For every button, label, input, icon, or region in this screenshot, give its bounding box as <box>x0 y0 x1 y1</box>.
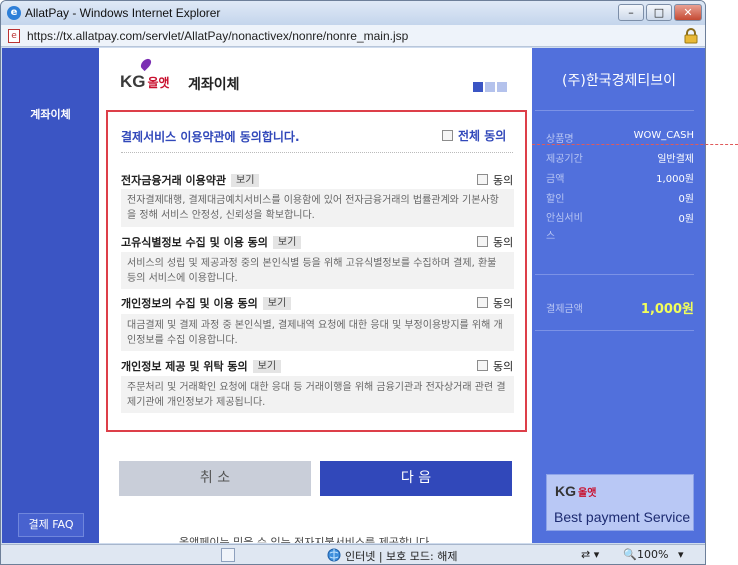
info-row-discount: 할인 0원 <box>546 190 694 205</box>
term-body-1: 전자결제대행, 결제대금예치서비스를 이용함에 있어 전자금융거래의 법률관계와… <box>121 189 514 227</box>
info-label: 금액 <box>546 174 565 185</box>
term-title-3: 개인정보의 수집 및 이용 동의 보기 <box>121 295 292 311</box>
status-bar: 인터넷 | 보호 모드: 해제 ⇄ ▾ 🔍 100% ▾ <box>1 544 705 564</box>
step-3 <box>497 82 507 92</box>
checkbox-icon[interactable] <box>477 174 488 185</box>
term-title-text: 전자금융거래 이용약관 <box>121 174 227 187</box>
consent-heading: 결제서비스 이용약관에 동의합니다. <box>121 130 300 144</box>
badge-kg: KG <box>555 483 576 499</box>
checkbox-icon[interactable] <box>477 297 488 308</box>
agree-label: 동의 <box>493 297 514 310</box>
info-label: 할인 <box>546 194 565 205</box>
info-label: 안심서비스 <box>546 213 583 242</box>
faq-button[interactable]: 결제 FAQ <box>18 513 84 537</box>
nav-item-bank-transfer[interactable]: 계좌이체 <box>2 106 99 122</box>
address-bar: e https://tx.allatpay.com/servlet/AllatP… <box>1 25 705 47</box>
step-indicator <box>473 82 509 95</box>
agree-checkbox-1[interactable]: 동의 <box>477 172 513 188</box>
term-title-1: 전자금융거래 이용약관 보기 <box>121 172 260 188</box>
info-label: 제공기간 <box>546 154 583 165</box>
info-row-amount: 금액 1,000원 <box>546 170 694 185</box>
cancel-button[interactable]: 취 소 <box>119 461 311 496</box>
minimize-button[interactable]: – <box>618 4 644 21</box>
annotation-leader-line <box>532 144 738 145</box>
view-button[interactable]: 보기 <box>262 297 292 310</box>
agree-all-checkbox[interactable]: 전체 동의 <box>442 127 506 144</box>
page-status-icon <box>221 548 235 562</box>
left-nav: 계좌이체 결제 FAQ <box>2 48 99 543</box>
footnote: 올앳페이는 믿을 수 있는 전자지불서비스를 제공합니다. <box>179 536 433 543</box>
checkbox-icon[interactable] <box>442 130 453 141</box>
close-button[interactable]: ✕ <box>674 4 702 21</box>
badge-logo: KG 올앳 <box>555 483 596 499</box>
page-content: 계좌이체 결제 FAQ KG 올앳 계좌이체 결제서비스 이용약관에 동의합니다.… <box>2 48 705 543</box>
term-title-text: 고유식별정보 수집 및 이용 동의 <box>121 236 268 249</box>
order-summary-panel: (주)한국경제티브이 상품명 WOW_CASH 제공기간 일반결제 금액 1,000원… <box>532 48 705 543</box>
view-button[interactable]: 보기 <box>252 360 282 373</box>
next-button[interactable]: 다 음 <box>320 461 512 496</box>
title-bar: e AllatPay - Windows Internet Explorer –… <box>1 1 705 25</box>
term-title-4: 개인정보 제공 및 위탁 동의 보기 <box>121 358 282 374</box>
checkbox-icon[interactable] <box>477 236 488 247</box>
info-row-period: 제공기간 일반결제 <box>546 150 694 165</box>
logo-kg: KG <box>120 72 146 91</box>
zoom-dropdown-icon[interactable]: ▾ <box>678 548 684 561</box>
divider <box>121 152 513 153</box>
globe-icon <box>327 548 341 562</box>
total-row: 결제금액 1,000원 <box>546 300 694 317</box>
agree-checkbox-4[interactable]: 동의 <box>477 358 513 374</box>
info-value: 일반결제 <box>657 154 694 165</box>
agree-all-label: 전체 동의 <box>458 129 507 143</box>
window-title: AllatPay - Windows Internet Explorer <box>25 6 221 20</box>
main-panel: KG 올앳 계좌이체 결제서비스 이용약관에 동의합니다. 전체 동의 전자금융거… <box>99 48 532 543</box>
merchant-name: (주)한국경제티브이 <box>562 73 676 89</box>
security-zone[interactable]: 인터넷 | 보호 모드: 해제 <box>345 548 457 564</box>
brand-badge: KG 올앳 Best payment Service <box>546 474 694 531</box>
info-value: WOW_CASH <box>633 130 694 141</box>
term-body-2: 서비스의 성립 및 제공과정 중의 본인식별 등을 위해 고유식별정보를 수집하… <box>121 252 514 289</box>
logo-olat: 올앳 <box>147 76 170 90</box>
privacy-dropdown[interactable]: ⇄ ▾ <box>581 548 599 561</box>
page-icon: e <box>8 29 20 43</box>
flame-icon <box>138 56 154 72</box>
total-value: 1,000원 <box>640 302 694 317</box>
term-body-3: 대금결제 및 결제 과정 중 본인식별, 결제내역 요청에 대한 응대 및 부정… <box>121 314 514 351</box>
term-title-text: 개인정보의 수집 및 이용 동의 <box>121 297 258 310</box>
view-button[interactable]: 보기 <box>272 236 302 249</box>
info-row-safe-service: 안심서비스 <box>546 210 586 246</box>
term-body-4: 주문처리 및 거래확인 요청에 대한 응대 등 거래이행을 위해 금융기관과 전… <box>121 376 514 413</box>
agree-label: 동의 <box>493 174 514 187</box>
lock-icon[interactable] <box>684 28 698 44</box>
info-value: 1,000원 <box>656 174 694 185</box>
page-title: 계좌이체 <box>188 76 240 92</box>
info-row-product: 상품명 WOW_CASH <box>546 130 694 145</box>
zoom-icon[interactable]: 🔍 <box>623 548 637 561</box>
browser-window: e AllatPay - Windows Internet Explorer –… <box>0 0 706 565</box>
step-2 <box>485 82 495 92</box>
agree-label: 동의 <box>493 360 514 373</box>
url-text[interactable]: https://tx.allatpay.com/servlet/AllatPay… <box>27 29 408 43</box>
ie-icon: e <box>7 6 21 20</box>
agree-checkbox-3[interactable]: 동의 <box>477 295 513 311</box>
info-value: 0원 <box>678 214 694 225</box>
agree-checkbox-2[interactable]: 동의 <box>477 234 513 250</box>
badge-olat: 올앳 <box>578 488 597 499</box>
zoom-level[interactable]: 100% <box>637 548 668 561</box>
badge-tagline: Best payment Service <box>554 509 691 525</box>
term-title-2: 고유식별정보 수집 및 이용 동의 보기 <box>121 234 302 250</box>
view-button[interactable]: 보기 <box>231 174 260 187</box>
divider <box>535 274 694 275</box>
divider <box>535 330 694 331</box>
checkbox-icon[interactable] <box>477 360 488 371</box>
step-1 <box>473 82 483 92</box>
term-title-text: 개인정보 제공 및 위탁 동의 <box>121 360 248 373</box>
agree-label: 동의 <box>493 236 514 249</box>
maximize-button[interactable]: □ <box>646 4 672 21</box>
consent-box: 결제서비스 이용약관에 동의합니다. 전체 동의 전자금융거래 이용약관 보기 동… <box>106 110 527 432</box>
total-label: 결제금액 <box>546 304 583 315</box>
info-value: 0원 <box>678 194 694 205</box>
divider <box>535 110 694 111</box>
kg-logo: KG 올앳 계좌이체 <box>120 56 240 92</box>
